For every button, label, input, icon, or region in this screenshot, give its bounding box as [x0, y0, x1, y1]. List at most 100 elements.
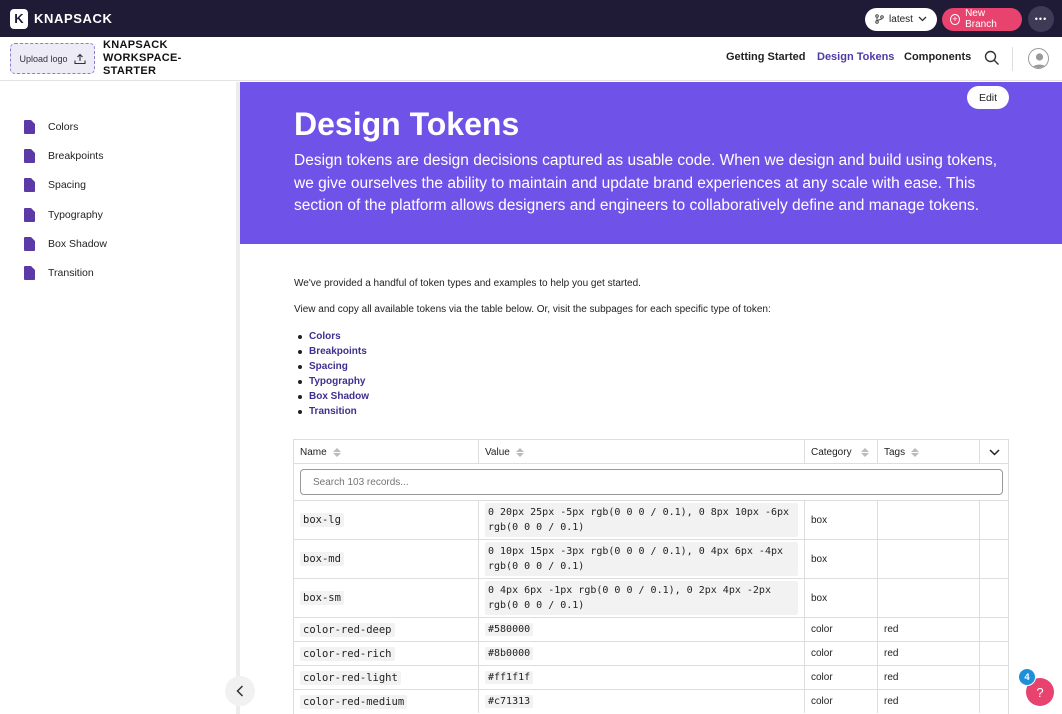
search-icon[interactable] — [984, 50, 1000, 66]
nav-design-tokens[interactable]: Design Tokens — [817, 51, 894, 63]
nav-components[interactable]: Components — [904, 51, 971, 63]
sidebar-item-spacing[interactable]: Spacing — [24, 178, 86, 192]
page-title: Design Tokens — [294, 106, 520, 142]
document-icon — [24, 266, 35, 280]
column-label: Tags — [884, 446, 906, 458]
link-spacing[interactable]: Spacing — [294, 359, 369, 374]
token-value[interactable]: 0 4px 6px -1px rgb(0 0 0 / 0.1), 0 2px 4… — [485, 581, 798, 615]
sidebar-item-label: Spacing — [48, 179, 86, 191]
sidebar-item-breakpoints[interactable]: Breakpoints — [24, 149, 103, 163]
new-branch-button[interactable]: + New Branch — [942, 7, 1022, 31]
nav-getting-started[interactable]: Getting Started — [726, 51, 805, 63]
more-dots-icon: ••• — [1034, 14, 1048, 24]
cell-tags — [878, 579, 980, 617]
table-row[interactable]: box-lg 0 20px 25px -5px rgb(0 0 0 / 0.1)… — [294, 500, 1008, 539]
sort-icon[interactable] — [911, 447, 920, 457]
sort-icon[interactable] — [515, 447, 524, 457]
table-search-input[interactable] — [313, 476, 1002, 488]
token-name: color-red-rich — [300, 646, 395, 661]
site-header: Upload logo KNAPSACK WORKSPACE-STARTER G… — [0, 37, 1062, 81]
table-row[interactable]: box-md 0 10px 15px -3px rgb(0 0 0 / 0.1)… — [294, 539, 1008, 578]
sidebar-item-label: Breakpoints — [48, 150, 104, 162]
new-branch-label: New Branch — [965, 8, 997, 30]
sidebar-item-box-shadow[interactable]: Box Shadow — [24, 237, 107, 251]
upload-icon — [73, 53, 86, 64]
link-box-shadow[interactable]: Box Shadow — [294, 389, 369, 404]
cell-value: 0 4px 6px -1px rgb(0 0 0 / 0.1), 0 2px 4… — [479, 579, 805, 617]
link-label[interactable]: Box Shadow — [309, 391, 369, 402]
table-row[interactable]: color-red-deep #580000 color red — [294, 617, 1008, 641]
hero-banner: Design Tokens Design tokens are design d… — [240, 82, 1062, 244]
link-label[interactable]: Spacing — [309, 361, 348, 372]
chevron-down-icon — [988, 448, 1000, 456]
cell-name: box-lg — [294, 501, 479, 539]
token-name: color-red-light — [300, 670, 401, 685]
sidebar-item-colors[interactable]: Colors — [24, 120, 78, 134]
link-typography[interactable]: Typography — [294, 374, 369, 389]
link-label[interactable]: Colors — [309, 331, 341, 342]
more-menu-button[interactable]: ••• — [1028, 6, 1054, 32]
sort-icon[interactable] — [861, 447, 869, 457]
column-header-tags[interactable]: Tags — [878, 440, 980, 464]
cell-name: color-red-deep — [294, 618, 479, 641]
cell-name: box-sm — [294, 579, 479, 617]
cell-category: color — [805, 666, 878, 689]
top-bar: K KNAPSACK latest + New Branch ••• — [0, 0, 1062, 37]
chevron-left-icon — [236, 685, 244, 697]
link-label[interactable]: Transition — [309, 406, 357, 417]
sidebar-item-typography[interactable]: Typography — [24, 208, 103, 222]
column-label: Category — [811, 446, 852, 458]
sidebar — [0, 82, 236, 714]
cell-name: color-red-rich — [294, 642, 479, 665]
table-search-field[interactable] — [300, 469, 1003, 495]
intro-text: We've provided a handful of token types … — [294, 278, 641, 289]
table-row[interactable]: box-sm 0 4px 6px -1px rgb(0 0 0 / 0.1), … — [294, 578, 1008, 617]
column-header-name[interactable]: Name — [294, 440, 479, 464]
table-row[interactable]: color-red-rich #8b0000 color red — [294, 641, 1008, 665]
token-name: box-sm — [300, 591, 344, 605]
sidebar-item-label: Box Shadow — [48, 238, 107, 250]
cell-value: #c71313 — [479, 690, 805, 713]
column-label: Value — [485, 446, 510, 458]
user-avatar-icon[interactable] — [1028, 48, 1049, 69]
token-value[interactable]: #ff1f1f — [485, 671, 534, 684]
cell-tags: red — [878, 666, 980, 689]
intro-text-2: View and copy all available tokens via t… — [294, 304, 771, 315]
branch-label: latest — [889, 13, 913, 25]
workspace-title[interactable]: KNAPSACK WORKSPACE-STARTER — [103, 39, 193, 78]
cell-value: 0 10px 15px -3px rgb(0 0 0 / 0.1), 0 4px… — [479, 540, 805, 578]
document-icon — [24, 208, 35, 222]
column-header-category[interactable]: Category — [805, 440, 878, 464]
table-row[interactable]: color-red-medium #c71313 color red — [294, 689, 1008, 713]
cell-category: color — [805, 618, 878, 641]
cell-name: color-red-medium — [294, 690, 479, 713]
edit-button[interactable]: Edit — [967, 86, 1009, 109]
cell-value: 0 20px 25px -5px rgb(0 0 0 / 0.1), 0 8px… — [479, 501, 805, 539]
link-label[interactable]: Typography — [309, 376, 365, 387]
token-value[interactable]: #8b0000 — [485, 647, 534, 660]
link-breakpoints[interactable]: Breakpoints — [294, 344, 369, 359]
token-name: box-lg — [300, 513, 344, 527]
column-header-value[interactable]: Value — [479, 440, 805, 464]
link-transition[interactable]: Transition — [294, 404, 369, 419]
token-value[interactable]: 0 10px 15px -3px rgb(0 0 0 / 0.1), 0 4px… — [485, 542, 798, 576]
cell-tags — [878, 540, 980, 578]
token-value[interactable]: #580000 — [485, 623, 534, 636]
brand[interactable]: K KNAPSACK — [10, 8, 112, 29]
sidebar-item-transition[interactable]: Transition — [24, 266, 94, 280]
sidebar-item-label: Colors — [48, 121, 79, 133]
collapse-sidebar-button[interactable] — [225, 676, 255, 706]
sort-icon[interactable] — [332, 447, 341, 457]
token-value[interactable]: #c71313 — [485, 695, 534, 708]
token-value[interactable]: 0 20px 25px -5px rgb(0 0 0 / 0.1), 0 8px… — [485, 503, 798, 537]
document-icon — [24, 120, 35, 134]
table-row[interactable]: color-red-light #ff1f1f color red — [294, 665, 1008, 689]
cell-tags: red — [878, 618, 980, 641]
upload-logo-button[interactable]: Upload logo — [10, 43, 95, 74]
question-icon: ? — [1036, 684, 1044, 700]
subpage-links: Colors Breakpoints Spacing Typography Bo… — [294, 329, 369, 419]
column-menu-button[interactable] — [980, 440, 1008, 464]
link-label[interactable]: Breakpoints — [309, 346, 367, 357]
branch-selector[interactable]: latest — [865, 7, 937, 31]
link-colors[interactable]: Colors — [294, 329, 369, 344]
